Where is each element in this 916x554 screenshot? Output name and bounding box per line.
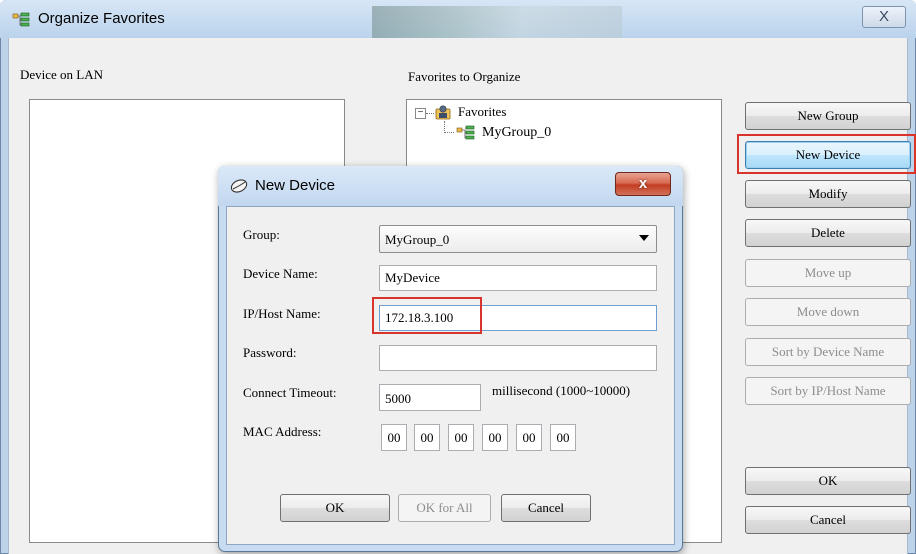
window-close-button[interactable]: X: [862, 6, 906, 28]
modify-button[interactable]: Modify: [745, 180, 911, 208]
dialog-ok-for-all-button[interactable]: OK for All: [398, 494, 491, 522]
move-down-button[interactable]: Move down: [745, 298, 911, 326]
mac-octet-6-input[interactable]: 00: [550, 424, 576, 451]
title-bar-background-decoration: [372, 6, 622, 38]
mac-address-label: MAC Address:: [243, 424, 322, 439]
ok-button[interactable]: OK: [745, 467, 911, 495]
dialog-ok-button[interactable]: OK: [280, 494, 390, 522]
new-device-icon: [229, 177, 249, 195]
dialog-cancel-button[interactable]: Cancel: [501, 494, 591, 522]
mac-octet-4-input[interactable]: 00: [482, 424, 508, 451]
cancel-button[interactable]: Cancel: [745, 506, 911, 534]
chevron-down-icon[interactable]: [639, 235, 649, 241]
mac-octet-3-input[interactable]: 00: [448, 424, 474, 451]
mac-octet-1-input[interactable]: 00: [381, 424, 407, 451]
password-label: Password:: [243, 345, 297, 360]
dialog-close-button[interactable]: x: [615, 172, 671, 196]
new-device-highlight: [737, 134, 916, 174]
sort-by-ip-host-name-button[interactable]: Sort by IP/Host Name: [745, 377, 911, 405]
mac-octet-5-input[interactable]: 00: [516, 424, 542, 451]
group-select[interactable]: MyGroup_0: [379, 225, 657, 253]
sort-by-device-name-button[interactable]: Sort by Device Name: [745, 338, 911, 366]
connect-timeout-input[interactable]: 5000: [379, 384, 481, 411]
tree-item-favorites[interactable]: Favorites: [458, 104, 506, 120]
organize-favorites-icon: [12, 12, 30, 28]
tree-item-group[interactable]: MyGroup_0: [482, 125, 551, 141]
window-title: Organize Favorites: [38, 10, 165, 27]
device-name-label: Device Name:: [243, 266, 318, 281]
favorites-folder-icon: [434, 103, 452, 121]
timeout-unit-label: millisecond (1000~10000): [492, 383, 631, 398]
delete-button[interactable]: Delete: [745, 219, 911, 247]
new-group-button[interactable]: New Group: [745, 102, 911, 130]
tree-connector: [426, 113, 434, 114]
group-label: Group:: [243, 227, 280, 242]
device-name-input[interactable]: MyDevice: [379, 265, 657, 291]
connect-timeout-label: Connect Timeout:: [243, 385, 337, 400]
ip-host-name-label: IP/Host Name:: [243, 306, 321, 321]
device-on-lan-label: Device on LAN: [20, 67, 104, 82]
ip-highlight: [372, 297, 482, 334]
favorites-to-organize-label: Favorites to Organize: [408, 69, 521, 84]
dialog-title: New Device: [255, 177, 336, 194]
group-icon: [456, 125, 476, 141]
move-up-button[interactable]: Move up: [745, 259, 911, 287]
mac-octet-2-input[interactable]: 00: [414, 424, 440, 451]
tree-connector: [444, 132, 454, 133]
password-input[interactable]: [379, 345, 657, 371]
collapse-toggle-icon[interactable]: −: [415, 108, 426, 119]
